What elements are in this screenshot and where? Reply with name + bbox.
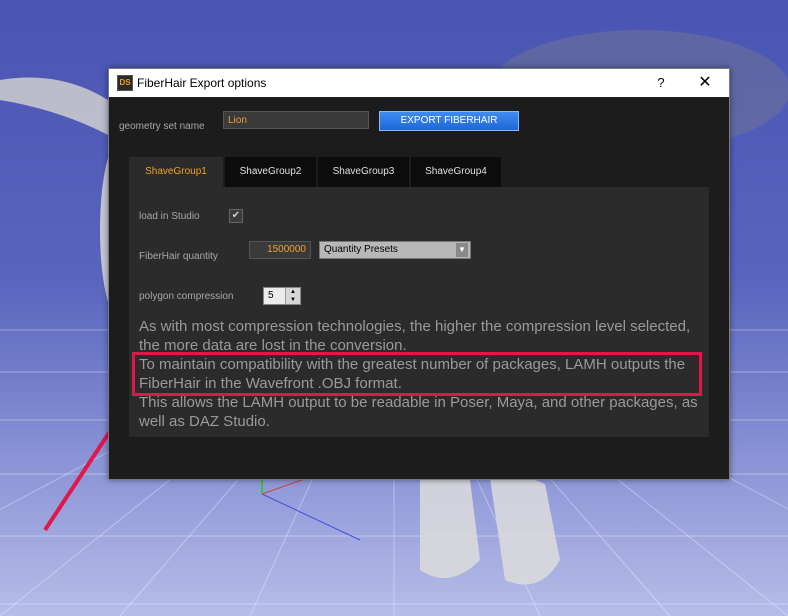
quantity-presets-select[interactable]: Quantity Presets ▼ xyxy=(319,241,471,259)
tab-shavegroup4[interactable]: ShaveGroup4 xyxy=(411,157,501,187)
polygon-compression-value: 5 xyxy=(268,290,274,301)
description-paragraph-2: To maintain compatibility with the great… xyxy=(139,356,686,392)
fiberhair-export-dialog: DS FiberHair Export options ? ✕ geometry… xyxy=(108,68,730,480)
quantity-presets-value: Quantity Presets xyxy=(324,244,398,255)
chevron-down-icon[interactable]: ▼ xyxy=(456,243,468,257)
export-fiberhair-button[interactable]: EXPORT FIBERHAIR xyxy=(379,111,519,131)
tab-shavegroup3[interactable]: ShaveGroup3 xyxy=(318,157,409,187)
tab-shavegroup2[interactable]: ShaveGroup2 xyxy=(225,157,316,187)
close-button[interactable]: ✕ xyxy=(695,72,715,94)
compression-description: As with most compression technologies, t… xyxy=(139,317,699,431)
description-paragraph-3: This allows the LAMH output to be readab… xyxy=(139,394,698,430)
load-in-studio-label: load in Studio xyxy=(139,211,200,222)
shavegroup1-panel: load in Studio ✔ FiberHair quantity 1500… xyxy=(129,187,709,437)
fiberhair-quantity-label: FiberHair quantity xyxy=(139,251,218,262)
dialog-title: FiberHair Export options xyxy=(137,76,267,90)
daz-studio-icon: DS xyxy=(117,75,133,91)
fiberhair-quantity-input[interactable]: 1500000 xyxy=(249,241,311,259)
spin-arrows-icon[interactable]: ▲ ▼ xyxy=(285,288,300,304)
load-in-studio-checkbox[interactable]: ✔ xyxy=(229,209,243,223)
geometry-set-name-input[interactable] xyxy=(223,111,369,129)
dialog-titlebar[interactable]: DS FiberHair Export options ? ✕ xyxy=(109,69,729,97)
polygon-compression-label: polygon compression xyxy=(139,291,234,302)
help-button[interactable]: ? xyxy=(653,73,669,93)
tab-shavegroup1[interactable]: ShaveGroup1 xyxy=(129,157,223,187)
geometry-set-name-label: geometry set name xyxy=(119,121,205,132)
polygon-compression-spinbox[interactable]: 5 ▲ ▼ xyxy=(263,287,301,305)
description-paragraph-1: As with most compression technologies, t… xyxy=(139,318,691,354)
